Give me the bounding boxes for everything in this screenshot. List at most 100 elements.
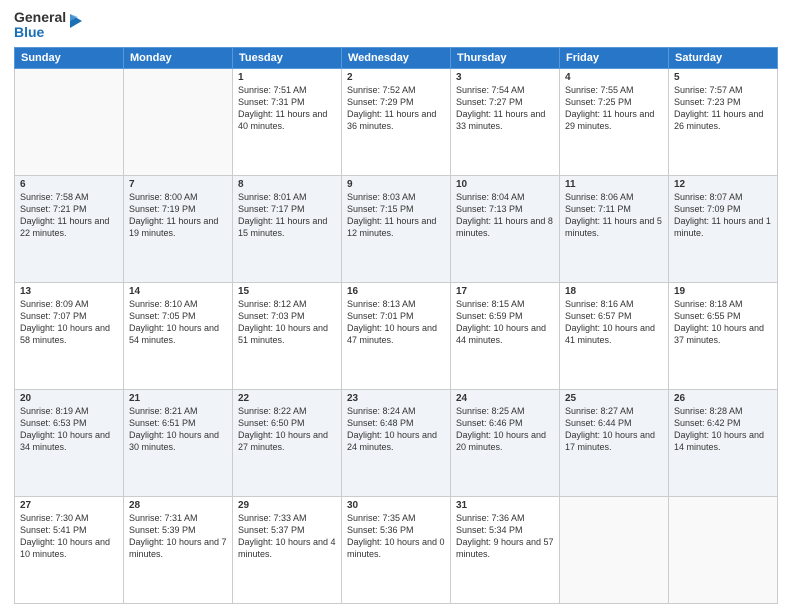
cell-daylight: Daylight: 10 hours and 30 minutes. bbox=[129, 430, 219, 452]
cell-sunset: Sunset: 6:44 PM bbox=[565, 418, 632, 428]
calendar-cell: 6 Sunrise: 7:58 AM Sunset: 7:21 PM Dayli… bbox=[15, 175, 124, 282]
cell-sunrise: Sunrise: 8:06 AM bbox=[565, 192, 634, 202]
cell-sunset: Sunset: 6:48 PM bbox=[347, 418, 414, 428]
cell-sunset: Sunset: 7:21 PM bbox=[20, 204, 87, 214]
cell-sunset: Sunset: 7:25 PM bbox=[565, 97, 632, 107]
cell-sunrise: Sunrise: 7:33 AM bbox=[238, 513, 307, 523]
cell-daylight: Daylight: 11 hours and 5 minutes. bbox=[565, 216, 662, 238]
cell-daylight: Daylight: 10 hours and 34 minutes. bbox=[20, 430, 110, 452]
cell-daylight: Daylight: 10 hours and 51 minutes. bbox=[238, 323, 328, 345]
calendar-cell: 13 Sunrise: 8:09 AM Sunset: 7:07 PM Dayl… bbox=[15, 282, 124, 389]
cell-daylight: Daylight: 10 hours and 37 minutes. bbox=[674, 323, 764, 345]
day-number: 26 bbox=[674, 393, 772, 404]
cell-sunrise: Sunrise: 7:57 AM bbox=[674, 85, 743, 95]
day-number: 9 bbox=[347, 179, 445, 190]
cell-sunrise: Sunrise: 8:15 AM bbox=[456, 299, 525, 309]
cell-sunrise: Sunrise: 8:27 AM bbox=[565, 406, 634, 416]
cell-daylight: Daylight: 10 hours and 58 minutes. bbox=[20, 323, 110, 345]
calendar-cell: 5 Sunrise: 7:57 AM Sunset: 7:23 PM Dayli… bbox=[669, 68, 778, 175]
day-header: Tuesday bbox=[233, 47, 342, 68]
day-header: Thursday bbox=[451, 47, 560, 68]
cell-daylight: Daylight: 10 hours and 24 minutes. bbox=[347, 430, 437, 452]
calendar-cell: 24 Sunrise: 8:25 AM Sunset: 6:46 PM Dayl… bbox=[451, 389, 560, 496]
calendar-cell: 12 Sunrise: 8:07 AM Sunset: 7:09 PM Dayl… bbox=[669, 175, 778, 282]
logo: General Blue bbox=[14, 10, 82, 41]
day-number: 21 bbox=[129, 393, 227, 404]
day-number: 8 bbox=[238, 179, 336, 190]
cell-sunset: Sunset: 7:27 PM bbox=[456, 97, 523, 107]
cell-sunset: Sunset: 7:23 PM bbox=[674, 97, 741, 107]
calendar-cell: 21 Sunrise: 8:21 AM Sunset: 6:51 PM Dayl… bbox=[124, 389, 233, 496]
cell-sunrise: Sunrise: 7:31 AM bbox=[129, 513, 198, 523]
day-number: 24 bbox=[456, 393, 554, 404]
cell-daylight: Daylight: 11 hours and 12 minutes. bbox=[347, 216, 436, 238]
cell-sunrise: Sunrise: 8:16 AM bbox=[565, 299, 634, 309]
cell-sunrise: Sunrise: 7:30 AM bbox=[20, 513, 89, 523]
day-number: 22 bbox=[238, 393, 336, 404]
cell-sunset: Sunset: 5:37 PM bbox=[238, 525, 305, 535]
calendar-cell: 15 Sunrise: 8:12 AM Sunset: 7:03 PM Dayl… bbox=[233, 282, 342, 389]
day-number: 30 bbox=[347, 500, 445, 511]
cell-daylight: Daylight: 11 hours and 15 minutes. bbox=[238, 216, 327, 238]
cell-daylight: Daylight: 10 hours and 41 minutes. bbox=[565, 323, 655, 345]
day-header: Sunday bbox=[15, 47, 124, 68]
cell-daylight: Daylight: 11 hours and 33 minutes. bbox=[456, 109, 545, 131]
calendar-cell: 17 Sunrise: 8:15 AM Sunset: 6:59 PM Dayl… bbox=[451, 282, 560, 389]
page-header: General Blue bbox=[14, 10, 778, 41]
cell-sunset: Sunset: 7:15 PM bbox=[347, 204, 414, 214]
calendar-cell: 27 Sunrise: 7:30 AM Sunset: 5:41 PM Dayl… bbox=[15, 496, 124, 603]
day-number: 11 bbox=[565, 179, 663, 190]
cell-daylight: Daylight: 10 hours and 20 minutes. bbox=[456, 430, 546, 452]
calendar-cell: 11 Sunrise: 8:06 AM Sunset: 7:11 PM Dayl… bbox=[560, 175, 669, 282]
calendar-cell: 25 Sunrise: 8:27 AM Sunset: 6:44 PM Dayl… bbox=[560, 389, 669, 496]
day-number: 13 bbox=[20, 286, 118, 297]
calendar-cell: 22 Sunrise: 8:22 AM Sunset: 6:50 PM Dayl… bbox=[233, 389, 342, 496]
cell-sunset: Sunset: 5:36 PM bbox=[347, 525, 414, 535]
cell-sunset: Sunset: 5:39 PM bbox=[129, 525, 196, 535]
day-number: 16 bbox=[347, 286, 445, 297]
calendar-cell: 23 Sunrise: 8:24 AM Sunset: 6:48 PM Dayl… bbox=[342, 389, 451, 496]
cell-daylight: Daylight: 10 hours and 54 minutes. bbox=[129, 323, 219, 345]
cell-sunrise: Sunrise: 8:19 AM bbox=[20, 406, 89, 416]
calendar-cell: 1 Sunrise: 7:51 AM Sunset: 7:31 PM Dayli… bbox=[233, 68, 342, 175]
day-number: 7 bbox=[129, 179, 227, 190]
calendar-cell: 30 Sunrise: 7:35 AM Sunset: 5:36 PM Dayl… bbox=[342, 496, 451, 603]
cell-sunrise: Sunrise: 8:10 AM bbox=[129, 299, 198, 309]
cell-sunrise: Sunrise: 8:04 AM bbox=[456, 192, 525, 202]
day-number: 17 bbox=[456, 286, 554, 297]
cell-sunset: Sunset: 5:41 PM bbox=[20, 525, 87, 535]
day-header: Saturday bbox=[669, 47, 778, 68]
calendar-cell: 18 Sunrise: 8:16 AM Sunset: 6:57 PM Dayl… bbox=[560, 282, 669, 389]
cell-daylight: Daylight: 11 hours and 26 minutes. bbox=[674, 109, 763, 131]
cell-sunrise: Sunrise: 7:54 AM bbox=[456, 85, 525, 95]
logo-blue: Blue bbox=[14, 25, 66, 40]
cell-sunset: Sunset: 7:31 PM bbox=[238, 97, 305, 107]
calendar-cell: 2 Sunrise: 7:52 AM Sunset: 7:29 PM Dayli… bbox=[342, 68, 451, 175]
cell-daylight: Daylight: 11 hours and 1 minute. bbox=[674, 216, 771, 238]
calendar-cell bbox=[124, 68, 233, 175]
cell-sunrise: Sunrise: 7:51 AM bbox=[238, 85, 307, 95]
day-number: 27 bbox=[20, 500, 118, 511]
day-number: 15 bbox=[238, 286, 336, 297]
calendar-cell: 9 Sunrise: 8:03 AM Sunset: 7:15 PM Dayli… bbox=[342, 175, 451, 282]
day-number: 19 bbox=[674, 286, 772, 297]
cell-sunset: Sunset: 6:46 PM bbox=[456, 418, 523, 428]
calendar-cell: 31 Sunrise: 7:36 AM Sunset: 5:34 PM Dayl… bbox=[451, 496, 560, 603]
calendar-cell: 20 Sunrise: 8:19 AM Sunset: 6:53 PM Dayl… bbox=[15, 389, 124, 496]
calendar-cell: 19 Sunrise: 8:18 AM Sunset: 6:55 PM Dayl… bbox=[669, 282, 778, 389]
day-number: 1 bbox=[238, 72, 336, 83]
calendar-cell: 14 Sunrise: 8:10 AM Sunset: 7:05 PM Dayl… bbox=[124, 282, 233, 389]
cell-sunrise: Sunrise: 8:07 AM bbox=[674, 192, 743, 202]
cell-daylight: Daylight: 10 hours and 47 minutes. bbox=[347, 323, 437, 345]
day-number: 4 bbox=[565, 72, 663, 83]
logo-chevron bbox=[68, 10, 82, 37]
day-number: 14 bbox=[129, 286, 227, 297]
cell-sunset: Sunset: 7:17 PM bbox=[238, 204, 305, 214]
cell-sunrise: Sunrise: 8:22 AM bbox=[238, 406, 307, 416]
cell-daylight: Daylight: 10 hours and 27 minutes. bbox=[238, 430, 328, 452]
day-number: 10 bbox=[456, 179, 554, 190]
cell-daylight: Daylight: 11 hours and 22 minutes. bbox=[20, 216, 109, 238]
cell-sunrise: Sunrise: 8:03 AM bbox=[347, 192, 416, 202]
day-header: Wednesday bbox=[342, 47, 451, 68]
cell-sunrise: Sunrise: 7:35 AM bbox=[347, 513, 416, 523]
